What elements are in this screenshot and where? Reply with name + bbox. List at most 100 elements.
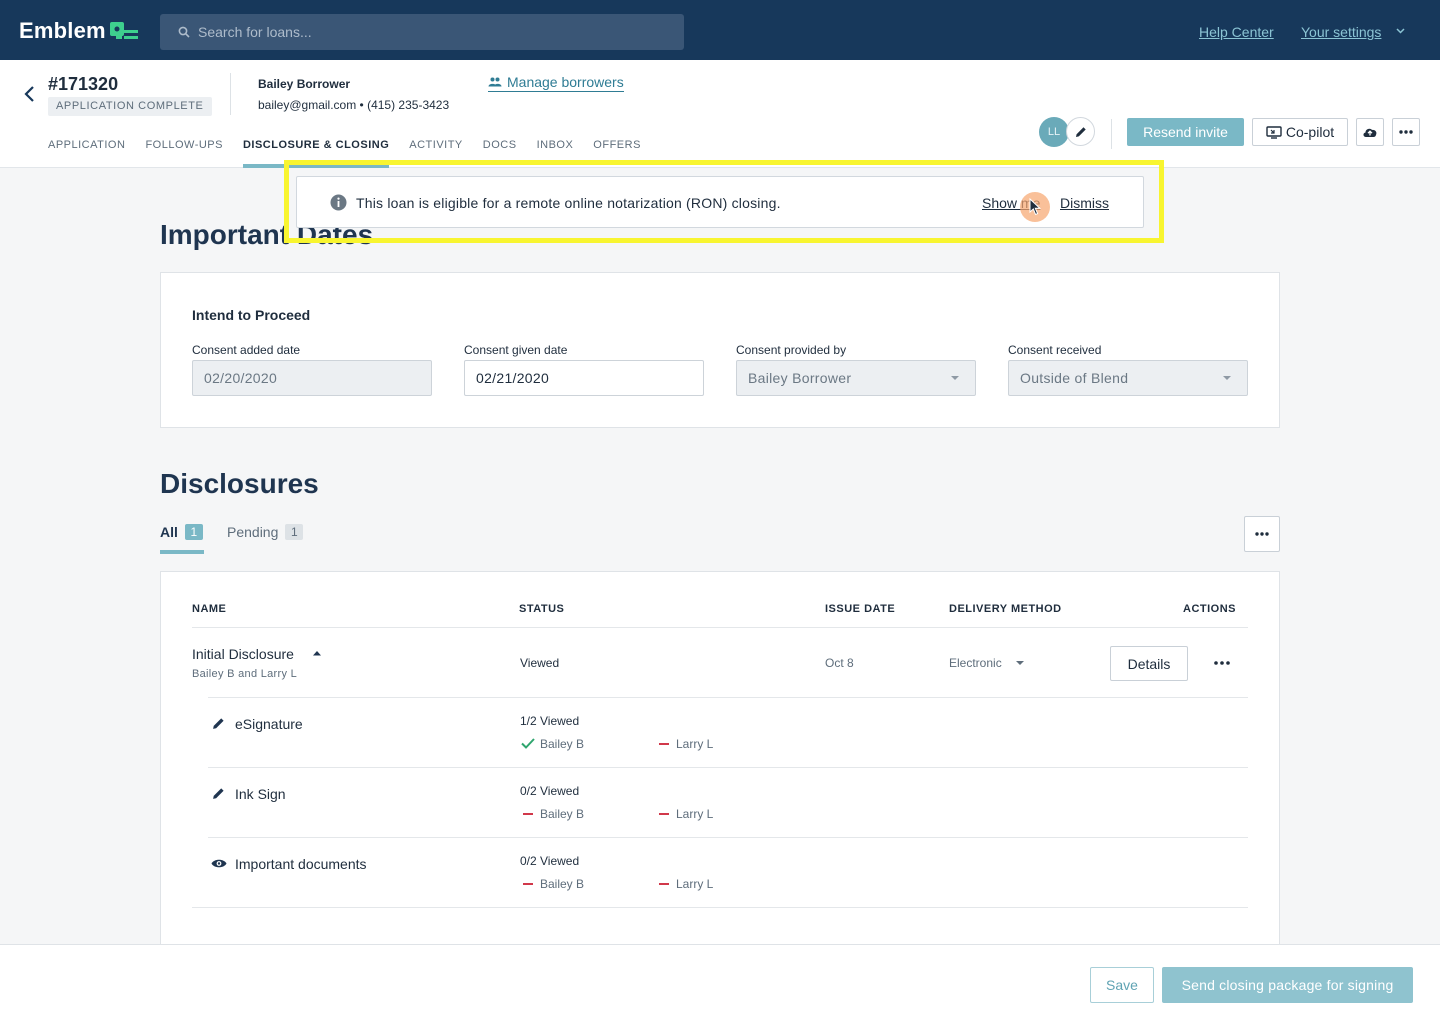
more-options-button[interactable] [1392, 118, 1420, 146]
column-header-name: NAME [192, 603, 227, 615]
signer-bailey: Bailey B [540, 737, 585, 751]
loan-search-bar[interactable] [160, 14, 684, 50]
header-divider [230, 73, 231, 115]
row-divider [192, 627, 1248, 628]
back-arrow-icon[interactable] [22, 85, 38, 103]
signer-larry: Larry L [676, 877, 714, 891]
loan-status-badge: APPLICATION COMPLETE [48, 97, 212, 116]
pending-dash-icon [659, 743, 669, 745]
disclosure-name[interactable]: Initial Disclosure [192, 646, 294, 662]
tab-disclosure-closing[interactable]: DISCLOSURE & CLOSING [242, 138, 390, 168]
pencil-icon [213, 718, 224, 729]
caret-down-icon[interactable] [1015, 660, 1025, 666]
disclosures-more-button[interactable] [1244, 516, 1280, 552]
item-status-ink-sign: 0/2 Viewed [520, 784, 580, 798]
ellipsis-icon [1255, 532, 1269, 536]
consent-given-date-value: 02/21/2020 [476, 370, 550, 386]
caret-up-icon[interactable] [312, 650, 322, 656]
caret-down-icon [951, 376, 959, 380]
save-button[interactable]: Save [1090, 967, 1154, 1003]
eye-icon [211, 859, 227, 868]
chevron-down-icon[interactable] [1396, 28, 1405, 34]
column-header-issue-date: ISSUE DATE [825, 603, 896, 615]
brand-name: Emblem [19, 18, 106, 43]
consent-added-date-label: Consent added date [192, 343, 301, 357]
tab-offers[interactable]: OFFERS [593, 138, 641, 168]
manage-borrowers-link[interactable]: Manage borrowers [488, 74, 624, 92]
send-closing-package-button[interactable]: Send closing package for signing [1162, 967, 1413, 1003]
consent-given-date-field[interactable]: 02/21/2020 [464, 360, 704, 396]
tab-application[interactable]: APPLICATION [48, 138, 125, 168]
signer-bailey: Bailey B [540, 807, 585, 821]
manage-borrowers-label: Manage borrowers [507, 74, 624, 90]
upload-button[interactable] [1356, 118, 1384, 146]
active-tab-indicator [160, 550, 204, 554]
disclosures-table-card [160, 571, 1280, 951]
tab-inbox[interactable]: INBOX [537, 138, 574, 168]
borrower-contact: bailey@gmail.com • (415) 235-3423 [258, 98, 450, 112]
disclosure-recipients: Bailey B and Larry L [192, 668, 298, 680]
ellipsis-icon [1399, 130, 1413, 134]
intend-to-proceed-card: Intend to Proceed Consent added date 02/… [160, 272, 1280, 428]
dismiss-link[interactable]: Dismiss [1060, 195, 1109, 211]
avatar[interactable]: LL [1039, 117, 1069, 147]
consent-provided-by-select: Bailey Borrower [736, 360, 976, 396]
tab-all-count: 1 [184, 524, 203, 540]
info-icon [330, 194, 347, 211]
tab-pending-count: 1 [285, 524, 304, 540]
cloud-upload-icon [1363, 128, 1377, 137]
consent-received-select: Outside of Blend [1008, 360, 1248, 396]
row-divider [208, 837, 1248, 838]
pending-dash-icon [659, 813, 669, 815]
search-icon [178, 26, 190, 38]
item-name-ink-sign: Ink Sign [235, 786, 286, 802]
loan-number: #171320 [48, 74, 119, 94]
disclosure-status: Viewed [520, 656, 560, 670]
tab-follow-ups[interactable]: FOLLOW-UPS [145, 138, 223, 168]
brand-logo[interactable]: Emblem [19, 18, 106, 44]
edit-assignee-button[interactable] [1066, 117, 1095, 146]
help-center-link[interactable]: Help Center [1199, 24, 1274, 40]
tab-activity[interactable]: ACTIVITY [409, 138, 463, 168]
row-ellipsis-icon[interactable] [1214, 661, 1230, 665]
delivery-method-select[interactable]: Electronic [949, 656, 1002, 670]
column-header-delivery-method: DELIVERY METHOD [949, 603, 1062, 615]
signer-larry: Larry L [676, 737, 714, 751]
copilot-button[interactable]: Co-pilot [1252, 118, 1348, 146]
loan-tabs: APPLICATION FOLLOW-UPS DISCLOSURE & CLOS… [48, 138, 661, 168]
consent-received-label: Consent received [1008, 343, 1102, 357]
pencil-icon [213, 788, 224, 799]
resend-invite-button[interactable]: Resend invite [1127, 118, 1244, 146]
consent-added-date-value: 02/20/2020 [204, 370, 278, 386]
check-icon [521, 738, 535, 749]
pending-dash-icon [659, 883, 669, 885]
brand-mark-icon [110, 22, 138, 39]
action-footer: Save Send closing package for signing [0, 944, 1440, 1024]
mouse-cursor-icon [1029, 198, 1041, 216]
item-name-esignature: eSignature [235, 716, 303, 732]
consent-received-value: Outside of Blend [1020, 370, 1129, 386]
people-icon [488, 77, 502, 87]
item-status-esignature: 1/2 Viewed [520, 714, 580, 728]
consent-provided-by-value: Bailey Borrower [748, 370, 852, 386]
search-input[interactable] [198, 24, 658, 40]
pending-dash-icon [523, 883, 533, 885]
details-button[interactable]: Details [1110, 646, 1188, 681]
borrower-name: Bailey Borrower [258, 77, 351, 91]
banner-message: This loan is eligible for a remote onlin… [356, 195, 781, 211]
ron-eligibility-banner: This loan is eligible for a remote onlin… [296, 176, 1144, 228]
actions-divider [1111, 119, 1112, 149]
column-header-status: STATUS [519, 603, 565, 615]
tab-pending[interactable]: Pending 1 [227, 524, 304, 540]
tab-all[interactable]: All 1 [160, 524, 203, 540]
signer-bailey: Bailey B [540, 877, 585, 891]
caret-down-icon [1223, 376, 1231, 380]
tab-pending-label: Pending [227, 524, 279, 540]
column-header-actions: ACTIONS [1183, 603, 1236, 615]
pencil-icon [1075, 126, 1086, 137]
monitor-icon [1266, 125, 1282, 139]
loan-header: #171320 APPLICATION COMPLETE Bailey Borr… [0, 60, 1440, 168]
pending-dash-icon [523, 813, 533, 815]
tab-docs[interactable]: DOCS [483, 138, 517, 168]
your-settings-link[interactable]: Your settings [1301, 24, 1381, 40]
